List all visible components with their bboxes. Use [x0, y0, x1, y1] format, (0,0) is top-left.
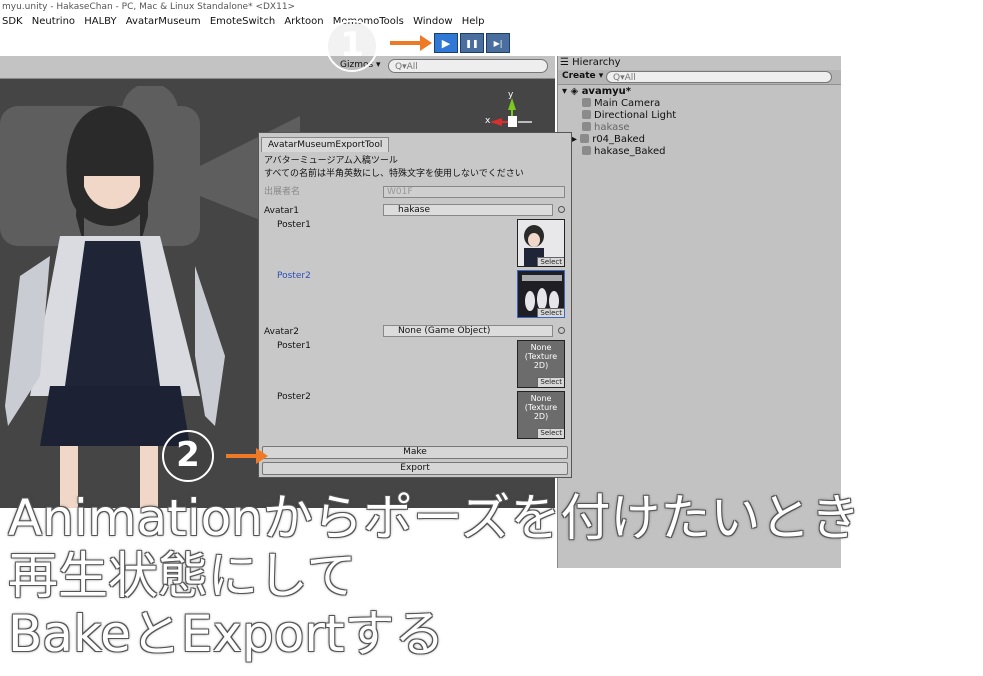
menu-emoteswitch[interactable]: EmoteSwitch: [210, 14, 275, 30]
menu-arktoon[interactable]: Arktoon: [284, 14, 323, 30]
list-item-label: Directional Light: [594, 110, 677, 121]
poster2-label: Poster2: [277, 271, 311, 281]
list-item[interactable]: Directional Light: [582, 110, 676, 122]
menu-bar: SDK Neutrino HALBY AvatarMuseum EmoteSwi…: [0, 14, 983, 30]
play-controls: ▶ ❚❚ ▶|: [434, 33, 510, 53]
menu-halby[interactable]: HALBY: [84, 14, 116, 30]
unity-scene-icon: ▾ ◈: [562, 86, 582, 97]
gameobject-icon: [582, 98, 591, 107]
select-button[interactable]: Select: [537, 257, 564, 266]
avatar-character: [5, 106, 225, 508]
pause-button[interactable]: ❚❚: [460, 33, 484, 53]
caption-line-1: Animationからポーズを付けたいとき: [8, 489, 861, 547]
orientation-gizmo-icon[interactable]: [490, 96, 540, 136]
list-item-label: Main Camera: [594, 98, 661, 109]
gameobject-icon: [582, 146, 591, 155]
tool-heading: アバターミュージアム入稿ツール: [264, 156, 398, 166]
empty-texture-text: None (Texture 2D): [524, 343, 558, 370]
caption-line-2: 再生状態にして: [8, 547, 357, 605]
list-item-label: hakase: [594, 122, 630, 133]
menu-avatarmuseum[interactable]: AvatarMuseum: [126, 14, 201, 30]
avatar2-object-field[interactable]: None (Game Object): [383, 325, 553, 337]
poster2-empty-slot[interactable]: None (Texture 2D) Select: [517, 391, 565, 439]
caption-line-3: BakeとExportする: [8, 605, 445, 663]
list-icon: ☰: [560, 57, 573, 68]
select-button[interactable]: Select: [537, 377, 564, 387]
exhibitor-label: 出展者名: [264, 187, 301, 197]
expand-arrow-icon[interactable]: ▸: [572, 134, 580, 145]
step2-marker: 2: [162, 430, 214, 482]
tool-instruction: すべての名前は半角英数にし、特殊文字を使用しないでください: [264, 169, 524, 179]
select-button[interactable]: Select: [537, 308, 564, 317]
poster1-empty-slot[interactable]: None (Texture 2D) Select: [517, 340, 565, 388]
poster1-label: Poster1: [277, 220, 311, 230]
create-dropdown[interactable]: Create ▾: [562, 71, 603, 81]
gameobject-icon: [582, 110, 591, 119]
scene-toolbar: Gizmos ▾ Q▾All: [0, 56, 555, 79]
list-item[interactable]: hakase_Baked: [582, 146, 666, 158]
avatar2-label: Avatar2: [264, 327, 299, 337]
arrowhead-icon: [420, 35, 432, 51]
scene-search-input[interactable]: Q▾All: [388, 59, 548, 73]
list-item-label: hakase_Baked: [594, 146, 666, 157]
arrow-icon: [226, 454, 256, 458]
step-button[interactable]: ▶|: [486, 33, 510, 53]
hierarchy-search-input[interactable]: Q▾All: [606, 71, 832, 83]
list-item-label: r04_Baked: [592, 134, 645, 145]
make-button[interactable]: Make: [262, 446, 568, 459]
poster1-thumbnail[interactable]: Select: [517, 219, 565, 267]
menu-sdk[interactable]: SDK: [2, 14, 23, 30]
poster2-label: Poster2: [277, 392, 311, 402]
window-title: myu.unity - HakaseChan - PC, Mac & Linux…: [0, 0, 983, 14]
scene-root[interactable]: ▾ ◈ avamyu*: [562, 86, 631, 98]
list-item[interactable]: ▸ r04_Baked: [572, 134, 645, 146]
select-button[interactable]: Select: [537, 428, 564, 438]
export-button[interactable]: Export: [262, 462, 568, 475]
menu-help[interactable]: Help: [462, 14, 485, 30]
menu-window[interactable]: Window: [413, 14, 452, 30]
list-item[interactable]: Main Camera: [582, 98, 660, 110]
step-icon: ▶|: [493, 38, 503, 48]
avatar-museum-export-tool: AvatarMuseumExportTool アバターミュージアム入稿ツール す…: [258, 132, 572, 478]
play-button[interactable]: ▶: [434, 33, 458, 53]
hierarchy-tab[interactable]: Hierarchy: [572, 57, 620, 68]
empty-texture-text: None (Texture 2D): [524, 394, 558, 421]
play-icon: ▶: [441, 36, 451, 50]
object-picker-icon[interactable]: [558, 327, 565, 334]
menu-neutrino[interactable]: Neutrino: [32, 14, 75, 30]
arrow-icon: [390, 41, 420, 45]
scene-root-label: avamyu*: [581, 86, 631, 97]
avatar1-object-field[interactable]: hakase: [383, 204, 553, 216]
gameobject-icon: [582, 122, 591, 131]
gameobject-icon: [580, 134, 590, 143]
exhibitor-field[interactable]: W01F: [383, 186, 565, 198]
list-item[interactable]: hakase: [582, 122, 630, 134]
avatar1-label: Avatar1: [264, 206, 299, 216]
hierarchy-toolbar: Create ▾ Q▾All: [558, 70, 841, 85]
object-picker-icon[interactable]: [558, 206, 565, 213]
poster2-thumbnail[interactable]: Select: [517, 270, 565, 318]
tool-tab[interactable]: AvatarMuseumExportTool: [261, 137, 390, 152]
poster1-label: Poster1: [277, 341, 311, 351]
step1-marker: 1: [326, 20, 378, 72]
pause-icon: ❚❚: [465, 38, 479, 48]
arrowhead-icon: [256, 448, 268, 464]
